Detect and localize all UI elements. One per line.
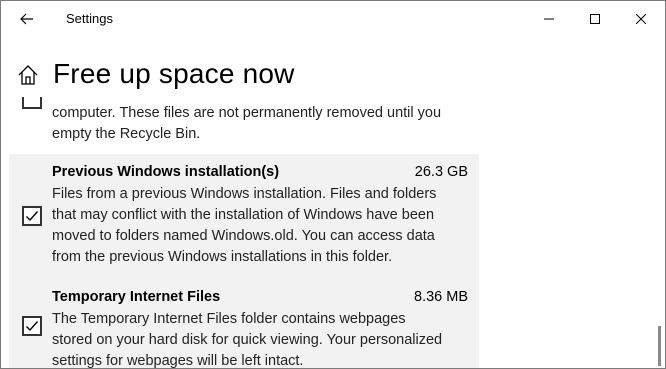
checkmark-icon xyxy=(26,211,39,222)
item-description: The Temporary Internet Files folder cont… xyxy=(52,309,477,369)
description-line: that may conflict with the installation … xyxy=(52,207,435,223)
title-bar: Settings xyxy=(1,1,665,37)
minimize-icon xyxy=(544,18,554,20)
page-title: Free up space now xyxy=(53,58,295,89)
maximize-button[interactable] xyxy=(572,1,618,37)
window-title: Settings xyxy=(66,11,113,26)
list-item-partial: computer. These files are not permanentl… xyxy=(9,97,479,151)
checkbox-temporary-internet-files[interactable] xyxy=(22,316,42,336)
description-line: stored on your hard disk for quick viewi… xyxy=(52,332,443,348)
list-item-previous-windows[interactable]: Previous Windows installation(s) 26.3 GB… xyxy=(9,154,479,278)
item-size: 8.36 MB xyxy=(414,289,468,305)
checkbox-partial[interactable] xyxy=(22,97,42,109)
close-button[interactable] xyxy=(618,1,664,37)
description-line: The Temporary Internet Files folder cont… xyxy=(52,311,406,327)
description-line: Files from a previous Windows installati… xyxy=(52,186,437,202)
arrow-left-icon xyxy=(20,13,33,25)
checkmark-icon xyxy=(26,321,39,332)
item-name: Previous Windows installation(s) xyxy=(52,164,280,180)
cleanup-items-list: computer. These files are not permanentl… xyxy=(1,97,661,369)
item-name: Temporary Internet Files xyxy=(52,289,221,305)
back-button[interactable] xyxy=(11,7,43,31)
page-header: Free up space now xyxy=(1,53,665,97)
item-size: 26.3 GB xyxy=(414,164,468,180)
home-icon xyxy=(18,65,38,85)
description-line: empty the Recycle Bin. xyxy=(52,126,201,142)
item-description: Files from a previous Windows installati… xyxy=(52,184,477,268)
maximize-icon xyxy=(590,14,600,24)
settings-window: Settings Free up space now computer. The… xyxy=(0,0,666,369)
home-button[interactable] xyxy=(17,64,41,88)
scrollbar-thumb[interactable] xyxy=(658,326,661,366)
close-icon xyxy=(636,14,646,24)
description-line: moved to folders named Windows.old. You … xyxy=(52,228,435,244)
item-description: computer. These files are not permanentl… xyxy=(52,103,477,145)
description-line: settings for webpages will be left intac… xyxy=(52,353,304,369)
checkbox-previous-windows[interactable] xyxy=(22,206,42,226)
description-line: computer. These files are not permanentl… xyxy=(52,105,442,121)
minimize-button[interactable] xyxy=(526,1,572,37)
description-line: from the previous Windows installations … xyxy=(52,249,393,265)
list-item-temporary-internet-files[interactable]: Temporary Internet Files 8.36 MB The Tem… xyxy=(9,278,479,369)
